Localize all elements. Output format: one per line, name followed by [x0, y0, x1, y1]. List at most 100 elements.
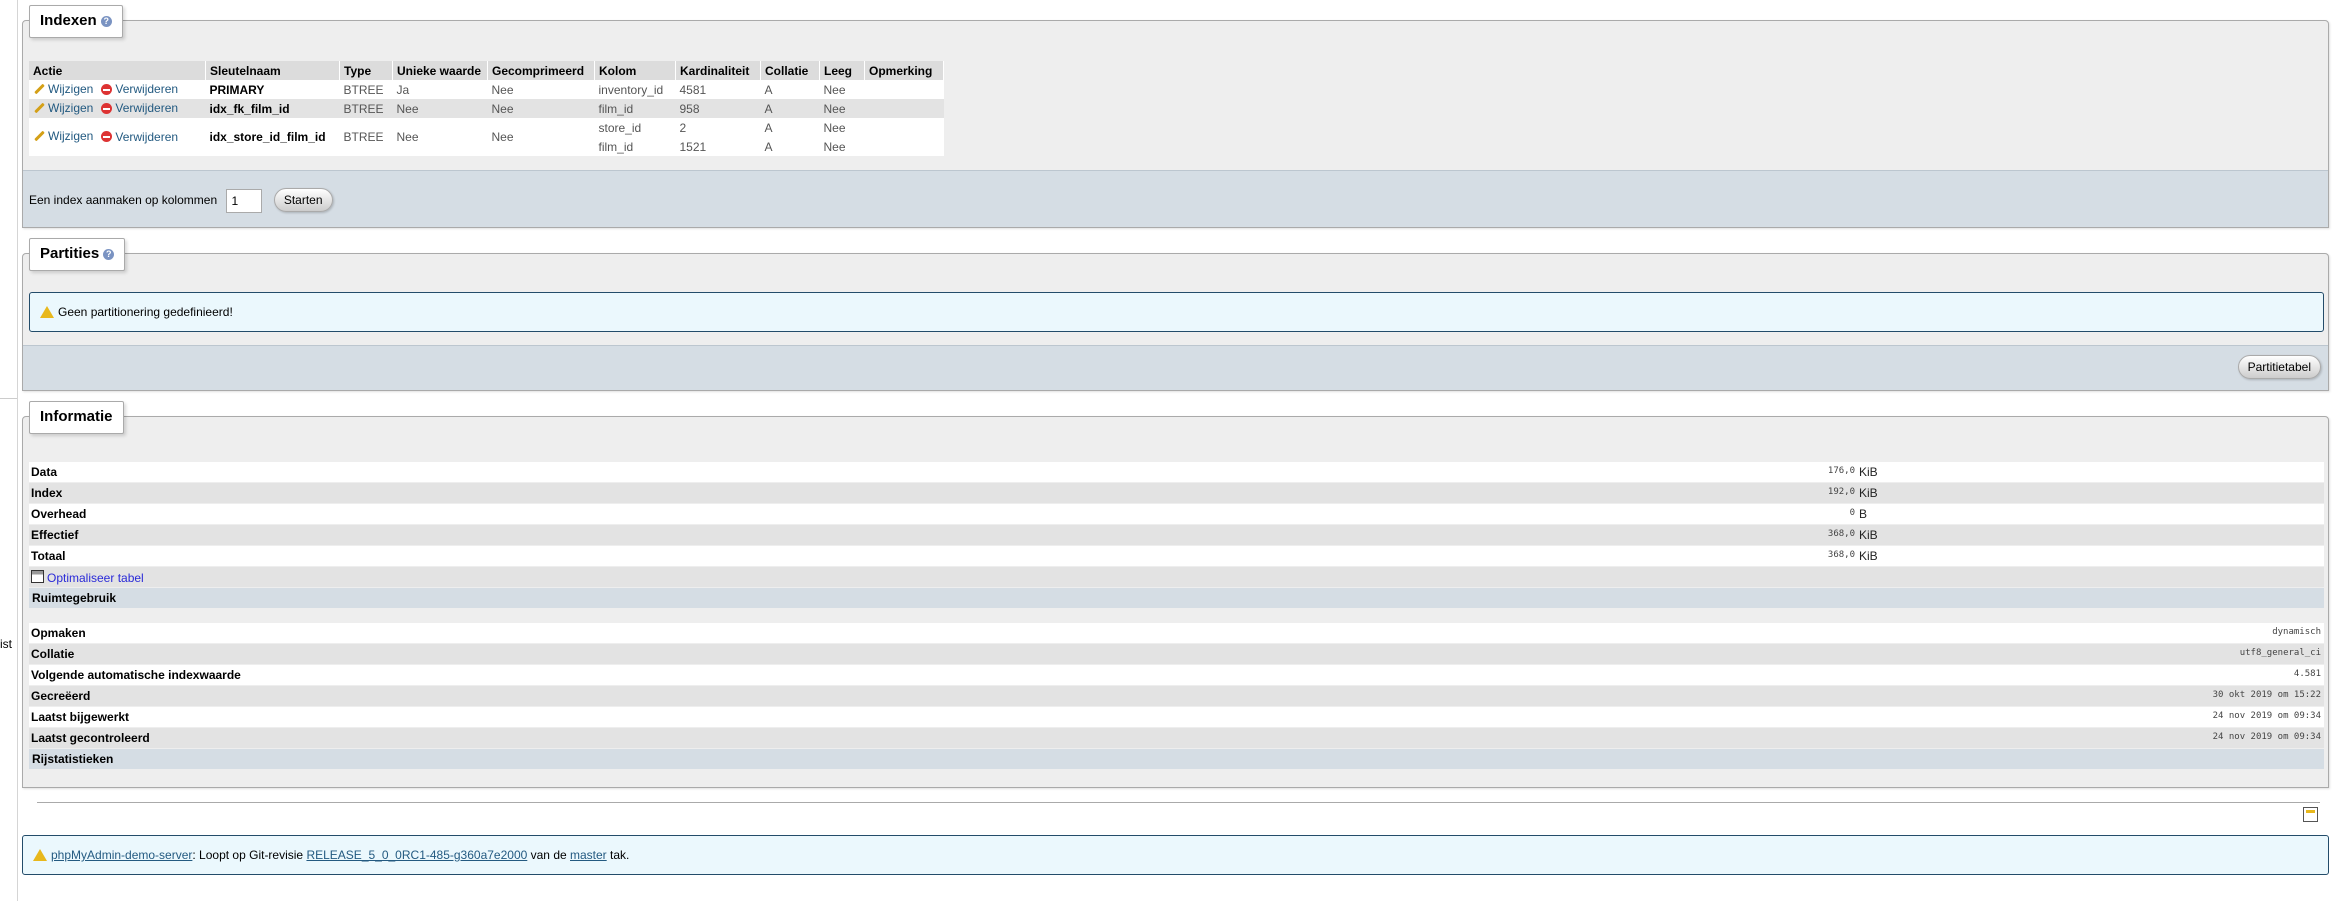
info-value: utf8_general_ci: [2239, 648, 2321, 658]
partition-table-button[interactable]: Partitietabel: [2237, 355, 2321, 379]
footer-text: van de: [527, 848, 570, 862]
branch-link[interactable]: master: [570, 848, 607, 862]
pencil-icon: [33, 102, 45, 114]
caption-label: Rijstatistieken: [32, 752, 114, 766]
optimize-row: Optimaliseer tabel: [29, 567, 2324, 587]
optimize-table-link[interactable]: Optimaliseer tabel: [31, 570, 144, 585]
unique-value: Nee: [392, 118, 488, 156]
null-value: Nee: [819, 80, 865, 99]
space-row-overhead: Overhead 0 B: [29, 504, 2324, 524]
pencil-icon: [33, 130, 45, 142]
info-value: 24 nov 2019 om 09:34: [2212, 711, 2321, 721]
column-header[interactable]: Collatie: [760, 61, 820, 80]
table-row: Wijzigen Verwijderen PRIMARY BTREE Ja Nee…: [29, 80, 944, 99]
column-header[interactable]: Actie: [29, 61, 206, 80]
column-header[interactable]: Leeg: [819, 61, 865, 80]
packed-value: Nee: [487, 80, 595, 99]
space-row-effective: Effectief 368,0 KiB: [29, 525, 2324, 545]
space-value: 192,0: [1827, 487, 1855, 497]
help-icon[interactable]: ?: [100, 15, 112, 27]
drop-action[interactable]: Verwijderen: [93, 130, 178, 144]
column-name: store_id: [594, 118, 676, 137]
column-name: inventory_id: [594, 80, 676, 99]
index-type: BTREE: [339, 118, 393, 156]
navigation-panel-edge: ist: [0, 0, 18, 901]
space-unit: KiB: [1859, 486, 1878, 500]
warning-icon: [33, 849, 47, 861]
indexes-title: Indexen: [40, 12, 97, 29]
key-name: PRIMARY: [205, 80, 340, 99]
packed-value: Nee: [487, 118, 595, 156]
edit-action[interactable]: Wijzigen: [33, 101, 93, 115]
index-type: BTREE: [339, 80, 393, 99]
footer-text: tak.: [606, 848, 630, 862]
start-button[interactable]: Starten: [273, 188, 333, 212]
space-label: Data: [31, 465, 58, 479]
table-row: Wijzigen Verwijderen idx_store_id_film_id…: [29, 118, 944, 156]
collation: A: [760, 80, 820, 99]
divider: [0, 398, 17, 399]
column-count-input[interactable]: 1: [226, 188, 263, 213]
column-name: film_id: [594, 99, 676, 118]
row-actions: Wijzigen Verwijderen: [29, 99, 206, 118]
key-name: idx_fk_film_id: [205, 99, 340, 118]
column-header[interactable]: Gecomprimeerd: [487, 61, 595, 80]
information-legend: Informatie: [29, 401, 124, 434]
row-actions: Wijzigen Verwijderen: [29, 80, 206, 99]
partitions-legend: Partities?: [29, 238, 126, 271]
drop-action[interactable]: Verwijderen: [93, 82, 178, 96]
info-row-created: Gecreëerd 30 okt 2019 om 15:22: [29, 686, 2324, 706]
space-usage-caption: Ruimtegebruik: [29, 588, 2324, 608]
info-label: Laatst bijgewerkt: [31, 710, 130, 724]
space-label: Overhead: [31, 507, 87, 521]
cardinality: 2: [675, 118, 761, 137]
cardinality: 958: [675, 99, 761, 118]
info-label: Opmaken: [31, 626, 86, 640]
column-header[interactable]: Opmerking: [864, 61, 944, 80]
space-value: 0: [1849, 508, 1855, 518]
pencil-icon: [33, 83, 45, 95]
space-unit: B: [1859, 507, 1868, 521]
print-icon[interactable]: [2303, 807, 2318, 822]
indexes-panel: Indexen? Actie Sleutelnaam Type Unieke w…: [22, 5, 2329, 228]
column-header[interactable]: Kolom: [594, 61, 676, 80]
info-row-updated: Laatst bijgewerkt 24 nov 2019 om 09:34: [29, 707, 2324, 727]
collation: A: [760, 99, 820, 118]
null-value: Nee: [819, 137, 865, 156]
partition-notice-text: Geen partitionering gedefinieerd!: [58, 305, 233, 319]
help-icon[interactable]: ?: [103, 248, 115, 260]
collation: A: [760, 137, 820, 156]
unique-value: Nee: [392, 99, 488, 118]
table-header-row: Actie Sleutelnaam Type Unieke waarde Gec…: [29, 61, 944, 80]
space-row-index: Index 192,0 KiB: [29, 483, 2324, 503]
demo-server-link[interactable]: phpMyAdmin-demo-server: [51, 848, 192, 862]
space-label: Totaal: [31, 549, 66, 563]
space-unit: KiB: [1859, 528, 1878, 542]
space-label: Effectief: [31, 528, 79, 542]
key-name: idx_store_id_film_id: [205, 118, 340, 156]
column-header[interactable]: Type: [339, 61, 393, 80]
row-actions: Wijzigen Verwijderen: [29, 118, 206, 156]
row-statistics-caption: Rijstatistieken: [29, 749, 2324, 769]
edit-action[interactable]: Wijzigen: [33, 82, 93, 96]
edit-action[interactable]: Wijzigen: [33, 129, 93, 143]
indexes-table: Actie Sleutelnaam Type Unieke waarde Gec…: [29, 61, 944, 156]
index-type: BTREE: [339, 99, 393, 118]
column-header[interactable]: Sleutelnaam: [205, 61, 340, 80]
partitions-panel: Partities? Geen partitionering gedefinie…: [22, 238, 2329, 391]
drop-action[interactable]: Verwijderen: [93, 101, 178, 115]
info-label: Laatst gecontroleerd: [31, 731, 150, 745]
create-index-bar: Een index aanmaken op kolommen 1 Starten: [23, 170, 2328, 227]
unique-value: Ja: [392, 80, 488, 99]
info-value: 24 nov 2019 om 09:34: [2212, 732, 2321, 742]
column-header[interactable]: Unieke waarde: [392, 61, 488, 80]
table-icon: [31, 570, 44, 583]
information-title: Informatie: [40, 408, 113, 425]
info-value: 30 okt 2019 om 15:22: [2212, 690, 2321, 700]
comment: [864, 118, 944, 156]
column-header[interactable]: Kardinaliteit: [675, 61, 761, 80]
revision-link[interactable]: RELEASE_5_0_0RC1-485-g360a7e2000: [306, 848, 527, 862]
info-label: Volgende automatische indexwaarde: [31, 668, 241, 682]
partitions-title: Partities: [40, 245, 100, 262]
packed-value: Nee: [487, 99, 595, 118]
